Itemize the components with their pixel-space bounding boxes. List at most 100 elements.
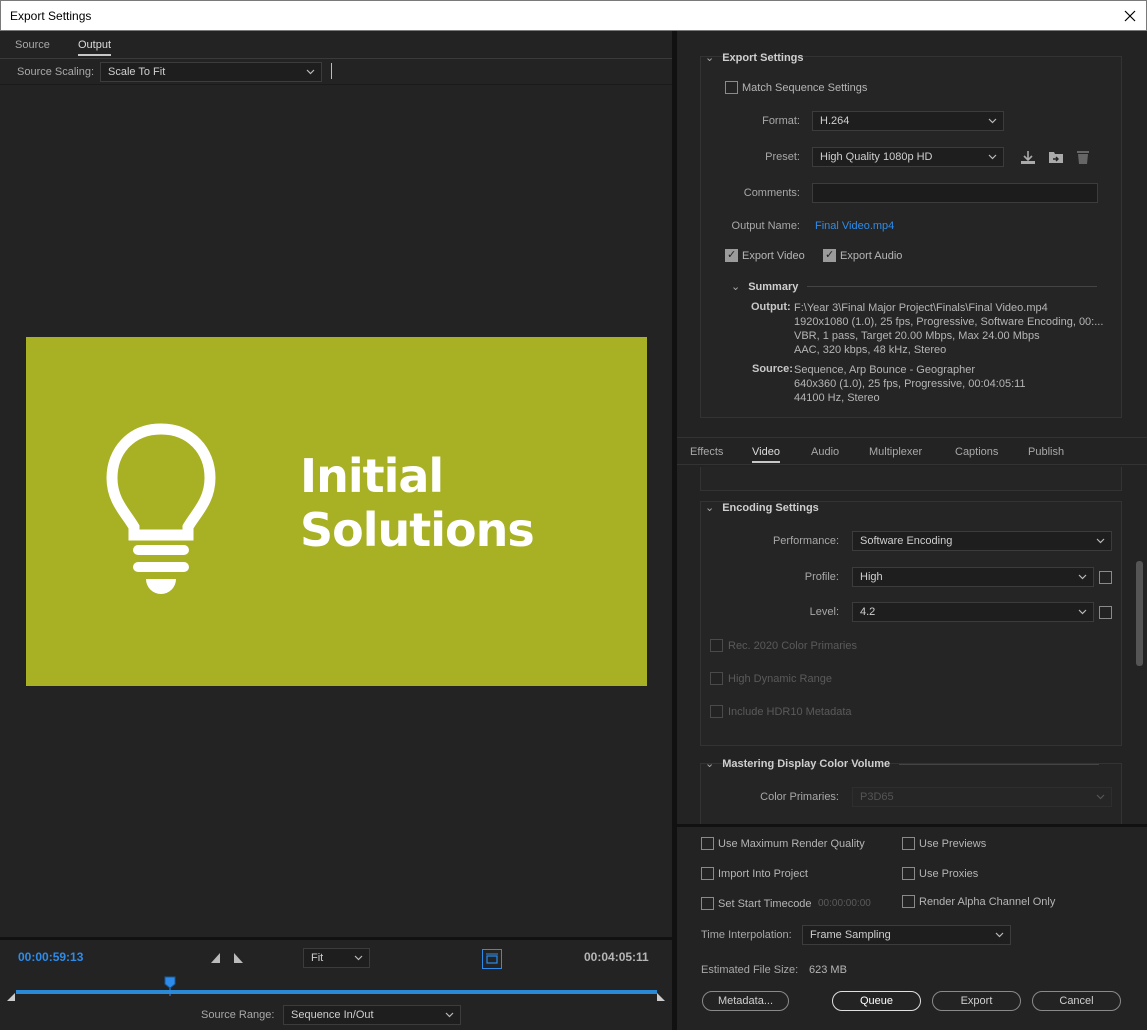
chevron-down-icon [1078, 574, 1087, 580]
summary-output-lines: F:\Year 3\Final Major Project\Finals\Fin… [794, 302, 1104, 356]
level-checkbox[interactable] [1099, 606, 1112, 619]
color-primaries-label: Color Primaries: [760, 791, 839, 803]
tab-output[interactable]: Output [78, 39, 112, 56]
format-label: Format: [762, 115, 800, 127]
video-preview: Initial Solutions [26, 337, 647, 686]
timeline-panel: 00:00:59:13 Fit 00:04:05:11 Source Range… [0, 937, 672, 1030]
window-title: Export Settings [10, 9, 92, 23]
settings-pane: ⌄ Export Settings Match Sequence Settings… [677, 31, 1147, 1030]
level-label: Level: [809, 606, 839, 618]
time-interpolation-dropdown[interactable]: Frame Sampling [802, 925, 1011, 945]
source-scaling-row: Source Scaling: Scale To Fit [0, 61, 672, 85]
comments-input[interactable] [812, 183, 1098, 203]
color-primaries-value: P3D65 [860, 791, 894, 803]
hdr-label: High Dynamic Range [728, 673, 832, 685]
chevron-down-icon [1096, 538, 1105, 544]
preset-label: Preset: [765, 151, 800, 163]
chevron-down-icon [988, 154, 997, 160]
mastering-divider [899, 764, 1099, 765]
encoding-settings-header[interactable]: ⌄ Encoding Settings [705, 501, 819, 514]
preset-value: High Quality 1080p HD [820, 151, 933, 163]
timeline-track[interactable] [16, 990, 657, 994]
export-settings-header[interactable]: ⌄ Export Settings [705, 51, 804, 64]
profile-dropdown[interactable]: High [852, 567, 1094, 587]
import-into-project-checkbox[interactable] [701, 867, 714, 880]
current-timecode[interactable]: 00:00:59:13 [18, 950, 83, 964]
max-render-quality-checkbox[interactable] [701, 837, 714, 850]
set-in-point-icon[interactable] [210, 952, 222, 964]
close-button[interactable] [1114, 1, 1146, 31]
cancel-button[interactable]: Cancel [1032, 991, 1121, 1011]
source-range-label: Source Range: [201, 1009, 275, 1021]
format-dropdown[interactable]: H.264 [812, 111, 1004, 131]
mastering-header[interactable]: ⌄ Mastering Display Color Volume [705, 757, 890, 770]
use-proxies-label: Use Proxies [919, 868, 979, 880]
color-primaries-dropdown[interactable]: P3D65 [852, 787, 1112, 807]
chevron-down-icon [445, 1012, 454, 1018]
set-out-point-icon[interactable] [233, 952, 245, 964]
aspect-ratio-button[interactable] [482, 949, 502, 969]
collapse-chevron-icon: ⌄ [705, 758, 715, 770]
hdr-checkbox[interactable] [710, 672, 723, 685]
source-scaling-dropdown[interactable]: Scale To Fit [100, 62, 322, 82]
set-start-timecode-checkbox[interactable] [701, 897, 714, 910]
source-output-tabs: Source Output [0, 31, 672, 59]
render-options-panel: Use Maximum Render Quality Use Previews … [677, 824, 1147, 1030]
summary-source-label: Source: [752, 363, 793, 375]
set-start-timecode-label: Set Start Timecode [718, 898, 812, 910]
queue-button[interactable]: Queue [832, 991, 921, 1011]
close-icon [1124, 10, 1136, 22]
summary-header[interactable]: ⌄ Summary [731, 280, 798, 293]
level-dropdown[interactable]: 4.2 [852, 602, 1094, 622]
rec2020-checkbox[interactable] [710, 639, 723, 652]
format-value: H.264 [820, 115, 850, 127]
in-point-marker-icon[interactable] [6, 992, 16, 1002]
tab-effects[interactable]: Effects [690, 446, 723, 458]
preset-dropdown[interactable]: High Quality 1080p HD [812, 147, 1004, 167]
import-preset-button[interactable] [1047, 148, 1065, 166]
save-preset-button[interactable] [1019, 148, 1037, 166]
time-interpolation-value: Frame Sampling [810, 929, 891, 941]
profile-checkbox[interactable] [1099, 571, 1112, 584]
tab-multiplexer[interactable]: Multiplexer [869, 446, 922, 458]
max-render-quality-label: Use Maximum Render Quality [718, 838, 865, 850]
hdr10-label: Include HDR10 Metadata [728, 706, 852, 718]
time-interpolation-label: Time Interpolation: [701, 929, 792, 941]
metadata-button[interactable]: Metadata... [702, 991, 789, 1011]
tab-audio[interactable]: Audio [811, 446, 839, 458]
use-proxies-checkbox[interactable] [902, 867, 915, 880]
collapse-chevron-icon: ⌄ [705, 52, 715, 64]
out-point-marker-icon[interactable] [656, 992, 666, 1002]
performance-label: Performance: [772, 535, 839, 547]
tab-source[interactable]: Source [15, 39, 50, 51]
hdr10-checkbox[interactable] [710, 705, 723, 718]
brand-text: Initial Solutions [300, 449, 535, 557]
aspect-ratio-icon [486, 953, 498, 964]
brand-line-1: Initial [300, 449, 444, 503]
chevron-down-icon [1078, 609, 1087, 615]
match-sequence-checkbox[interactable] [725, 81, 738, 94]
summary-source-lines: Sequence, Arp Bounce - Geographer 640x36… [794, 364, 1026, 404]
previous-section-stub [700, 467, 1122, 491]
delete-preset-button[interactable] [1074, 148, 1092, 166]
tab-captions[interactable]: Captions [955, 446, 998, 458]
tab-publish[interactable]: Publish [1028, 446, 1064, 458]
source-range-dropdown[interactable]: Sequence In/Out [283, 1005, 461, 1025]
export-video-checkbox[interactable] [725, 248, 738, 262]
tab-video[interactable]: Video [752, 446, 780, 463]
zoom-dropdown[interactable]: Fit [303, 948, 370, 968]
playhead-icon[interactable] [164, 976, 176, 996]
use-previews-checkbox[interactable] [902, 837, 915, 850]
performance-dropdown[interactable]: Software Encoding [852, 531, 1112, 551]
export-audio-checkbox[interactable] [823, 248, 836, 262]
settings-scrollbar[interactable] [1136, 561, 1143, 666]
render-alpha-checkbox[interactable] [902, 895, 915, 908]
export-button[interactable]: Export [932, 991, 1021, 1011]
chevron-down-icon [988, 118, 997, 124]
match-sequence-label: Match Sequence Settings [742, 82, 868, 94]
start-timecode-value[interactable]: 00:00:00:00 [818, 898, 871, 909]
source-range-value: Sequence In/Out [291, 1009, 374, 1021]
summary-output-label: Output: [751, 301, 791, 313]
output-name-link[interactable]: Final Video.mp4 [815, 220, 894, 232]
chevron-down-icon [1096, 794, 1105, 800]
